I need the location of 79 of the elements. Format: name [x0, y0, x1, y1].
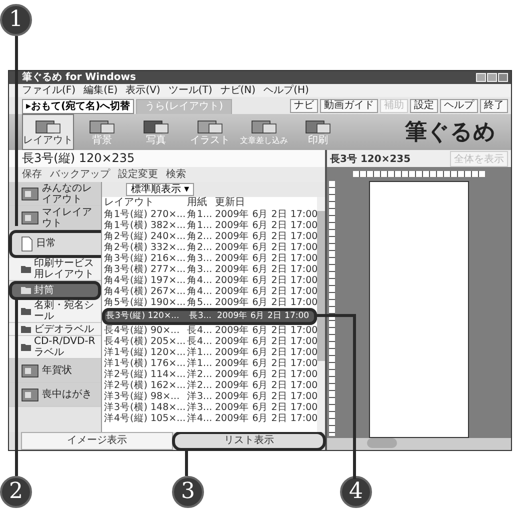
layout-row[interactable]: 洋1号(縦) 120×...洋1... 2009年 6月 2日 17:00	[102, 347, 317, 358]
layout-row[interactable]: 角3号(横) 277×...角3... 2009年 6月 2日 17:00	[102, 264, 317, 275]
header-button[interactable]: 終了	[480, 98, 508, 112]
tool-icon	[141, 118, 171, 134]
layout-row[interactable]: 洋1号(横) 176×...洋1... 2009年 6月 2日 17:00	[102, 358, 317, 369]
layout-row[interactable]: 角1号(縦) 270×...角1... 2009年 6月 2日 17:00	[102, 209, 317, 220]
header-button[interactable]: ヘルプ	[440, 98, 478, 112]
app-logo: 筆ぐるめ	[405, 119, 497, 147]
layout-icon	[21, 388, 39, 402]
category-item[interactable]: みんなのレイアウト	[9, 182, 101, 206]
layout-icon	[21, 364, 39, 378]
column-header[interactable]: レイアウト	[104, 197, 187, 209]
sort-dropdown[interactable]: 標準順表示 ▾	[126, 183, 194, 196]
layout-row[interactable]: 長4号(縦) 90×... 長4... 2009年 6月 2日 17:00	[102, 325, 317, 336]
layout-row[interactable]: 角2号(横) 332×...角2... 2009年 6月 2日 17:00	[102, 242, 317, 253]
layout-row[interactable]: 長3号(縦) 120×... 長3... 2009年 6月 2日 17:00	[102, 308, 317, 325]
callout-number: 4	[340, 476, 372, 508]
layout-row[interactable]: 角1号(横) 382×...角1... 2009年 6月 2日 17:00	[102, 220, 317, 231]
category-item[interactable]: 名刺・宛名シール	[9, 300, 101, 323]
callout-number: 2	[0, 476, 32, 508]
scrollbar[interactable]	[317, 197, 325, 432]
category-item[interactable]: CD-R/DVD-Rラベル	[9, 336, 101, 359]
view-button[interactable]: イメージ表示	[21, 432, 173, 450]
category-item[interactable]: マイレイアウト	[9, 206, 101, 230]
header-button[interactable]: 設定	[410, 98, 438, 112]
maximize-icon[interactable]	[487, 73, 497, 82]
menu-item[interactable]: ツール(T)	[168, 84, 212, 96]
layout-row[interactable]: 角3号(縦) 216×...角3... 2009年 6月 2日 17:00	[102, 253, 317, 264]
scrollbar[interactable]	[327, 438, 511, 450]
layout-icon	[21, 186, 39, 200]
column-header[interactable]: 更新日	[215, 197, 315, 209]
menu-item[interactable]: ファイル(F)	[22, 84, 76, 96]
layout-row[interactable]: 角4号(横) 267×...角4... 2009年 6月 2日 17:00	[102, 286, 317, 297]
tool-icon	[33, 118, 63, 134]
category-item[interactable]: 年賀状	[9, 359, 101, 383]
callout-number: 3	[172, 476, 204, 508]
window-title: 筆ぐるめ for Windows	[22, 72, 136, 84]
category-item[interactable]: 喪中はがき	[9, 383, 101, 407]
layout-title: 長3号(縦) 120×235	[9, 150, 325, 167]
layout-row[interactable]: 洋3号(縦) 98×... 洋3... 2009年 6月 2日 17:00	[102, 391, 317, 402]
callout-number: 1	[0, 4, 32, 36]
preview-title: 長3号 120×235	[330, 152, 411, 166]
category-item[interactable]: 封筒	[9, 281, 101, 300]
category-item[interactable]: ビデオラベル	[9, 323, 101, 336]
menu-item[interactable]: 編集(E)	[84, 84, 118, 96]
minimize-icon[interactable]	[476, 73, 486, 82]
tool-icon	[249, 118, 279, 134]
category-item[interactable]: 印刷サービス用レイアウト	[9, 258, 101, 281]
action-button[interactable]: バックアップ	[50, 168, 110, 180]
layout-row[interactable]: 洋3号(横) 148×...洋3... 2009年 6月 2日 17:00	[102, 402, 317, 413]
close-icon[interactable]	[498, 73, 508, 82]
switch-button[interactable]: ▸おもて(宛て名)へ切替	[22, 99, 134, 114]
leader-line	[185, 451, 188, 476]
folder-icon	[21, 265, 31, 273]
layout-row[interactable]: 洋2号(縦) 114×...洋2... 2009年 6月 2日 17:00	[102, 369, 317, 380]
header-button[interactable]: ナビ	[290, 98, 318, 112]
layout-icon	[21, 210, 39, 224]
layout-row[interactable]: 角4号(縦) 197×...角4... 2009年 6月 2日 17:00	[102, 275, 317, 286]
layout-row[interactable]: 長4号(横) 205×...長4... 2009年 6月 2日 17:00	[102, 336, 317, 347]
view-button[interactable]: リスト表示	[173, 432, 325, 450]
layout-row[interactable]: 洋4号(縦) 105×...洋4... 2009年 6月 2日 17:00	[102, 413, 317, 424]
action-button[interactable]: 検索	[166, 168, 186, 180]
menu-item[interactable]: 表示(V)	[126, 84, 160, 96]
menu-item[interactable]: ナビ(N)	[220, 84, 256, 96]
toolbar-button[interactable]: レイアウト	[22, 114, 74, 150]
layout-row[interactable]: 角5号(縦) 190×...角5... 2009年 6月 2日 17:00	[102, 297, 317, 308]
page-icon	[21, 236, 33, 252]
tool-icon	[87, 118, 117, 134]
action-button[interactable]: 設定変更	[118, 168, 158, 180]
menu-item[interactable]: ヘルプ(H)	[264, 84, 309, 96]
folder-icon	[21, 286, 31, 294]
category-item[interactable]: 日常	[9, 230, 101, 258]
column-header[interactable]: 用紙	[187, 197, 215, 209]
tool-icon	[195, 118, 225, 134]
header-button[interactable]: 動画ガイド	[320, 98, 378, 112]
action-button[interactable]: 保存	[22, 168, 42, 180]
layout-row[interactable]: 洋2号(横) 162×...洋2... 2009年 6月 2日 17:00	[102, 380, 317, 391]
tool-icon	[303, 118, 333, 134]
layout-row[interactable]: 角2号(縦) 240×...角2... 2009年 6月 2日 17:00	[102, 231, 317, 242]
